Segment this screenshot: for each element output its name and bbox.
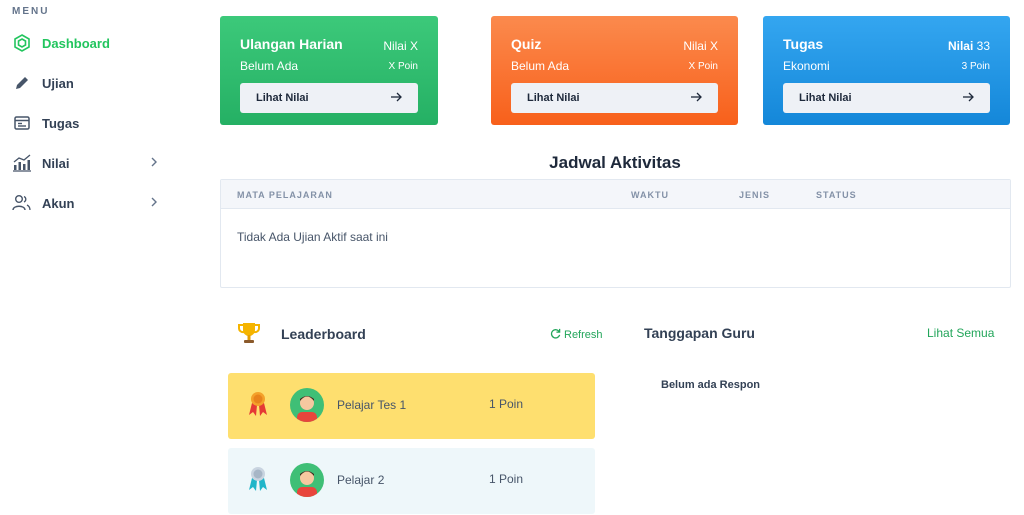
- sidebar-item-ujian[interactable]: Ujian: [12, 71, 167, 95]
- chevron-right-icon: [149, 195, 159, 214]
- arrow-right-icon: [390, 92, 402, 105]
- dashboard-icon: [12, 33, 32, 53]
- card-points: 3 Poin: [961, 61, 990, 72]
- button-label: Lihat Nilai: [256, 92, 309, 104]
- see-all-link[interactable]: Lihat Semua: [927, 326, 994, 340]
- card-value: Nilai X: [683, 39, 718, 53]
- card-value-number: 33: [976, 39, 990, 53]
- chart-icon: [12, 153, 32, 173]
- arrow-right-icon: [690, 92, 702, 105]
- sidebar-item-label: Akun: [42, 195, 75, 211]
- refresh-icon: [550, 328, 561, 342]
- card-title: Tugas: [783, 36, 824, 52]
- medal-icon: [246, 389, 270, 424]
- sidebar-item-label: Ujian: [42, 75, 74, 91]
- chevron-right-icon: [149, 155, 159, 174]
- card-tugas: Tugas Ekonomi Nilai 33 3 Poin Lihat Nila…: [763, 16, 1010, 125]
- leaderboard-row: Pelajar Tes 1 1 Poin: [228, 373, 595, 439]
- card-value-label: Nilai: [947, 39, 974, 53]
- card-title: Quiz: [511, 36, 542, 52]
- teacher-response-title: Tanggapan Guru: [644, 325, 755, 341]
- student-points: 1 Poin: [489, 397, 524, 411]
- sidebar-item-dashboard[interactable]: Dashboard: [12, 31, 167, 55]
- card-points: X Poin: [388, 61, 418, 72]
- menu-title: MENU: [12, 6, 50, 17]
- sidebar-item-label: Tugas: [42, 115, 80, 131]
- card-points: X Poin: [688, 61, 718, 72]
- lihat-nilai-button[interactable]: Lihat Nilai: [511, 83, 718, 113]
- no-response-message: Belum ada Respon: [661, 379, 761, 391]
- column-header: STATUS: [816, 190, 857, 200]
- student-points: 1 Poin: [489, 472, 524, 486]
- sidebar-item-akun[interactable]: Akun: [12, 191, 167, 215]
- column-header: JENIS: [739, 190, 771, 200]
- card-title: Ulangan Harian: [240, 36, 343, 52]
- leaderboard-title: Leaderboard: [281, 326, 366, 342]
- refresh-button[interactable]: Refresh: [550, 328, 603, 342]
- card-subtitle: Belum Ada: [511, 59, 570, 73]
- users-icon: [12, 193, 32, 213]
- lihat-nilai-button[interactable]: Lihat Nilai: [240, 83, 418, 113]
- card-quiz: Quiz Belum Ada Nilai X X Poin Lihat Nila…: [491, 16, 738, 125]
- button-label: Lihat Nilai: [527, 92, 580, 104]
- card-ulangan-harian: Ulangan Harian Belum Ada Nilai X X Poin …: [220, 16, 438, 125]
- refresh-label: Refresh: [564, 329, 603, 341]
- sidebar-item-label: Nilai: [42, 155, 70, 171]
- avatar: [290, 388, 324, 422]
- lihat-nilai-button[interactable]: Lihat Nilai: [783, 83, 990, 113]
- student-name: Pelajar Tes 1: [337, 398, 407, 412]
- card-value: Nilai X: [383, 39, 418, 53]
- card-subtitle: Ekonomi: [783, 59, 830, 73]
- card-value: Nilai 33: [948, 39, 990, 53]
- schedule-title: Jadwal Aktivitas: [549, 153, 681, 172]
- trophy-icon: [236, 320, 262, 351]
- sidebar-item-tugas[interactable]: Tugas: [12, 111, 167, 135]
- medal-icon: [246, 464, 270, 499]
- sidebar-item-nilai[interactable]: Nilai: [12, 151, 167, 175]
- button-label: Lihat Nilai: [799, 92, 852, 104]
- column-header: MATA PELAJARAN: [237, 190, 333, 200]
- column-header: WAKTU: [631, 190, 669, 200]
- schedule-table: MATA PELAJARAN WAKTU JENIS STATUS Tidak …: [220, 179, 1011, 288]
- pencil-icon: [12, 73, 32, 93]
- arrow-right-icon: [962, 92, 974, 105]
- empty-message: Tidak Ada Ujian Aktif saat ini: [237, 230, 388, 244]
- student-name: Pelajar 2: [337, 473, 385, 487]
- table-header: MATA PELAJARAN WAKTU JENIS STATUS: [221, 180, 1010, 209]
- card-subtitle: Belum Ada: [240, 59, 299, 73]
- sidebar: MENU Dashboard Ujian Tugas Nilai Akun: [0, 0, 180, 515]
- avatar: [290, 463, 324, 497]
- leaderboard-row: Pelajar 2 1 Poin: [228, 448, 595, 514]
- sidebar-item-label: Dashboard: [42, 35, 110, 51]
- clipboard-icon: [12, 113, 32, 133]
